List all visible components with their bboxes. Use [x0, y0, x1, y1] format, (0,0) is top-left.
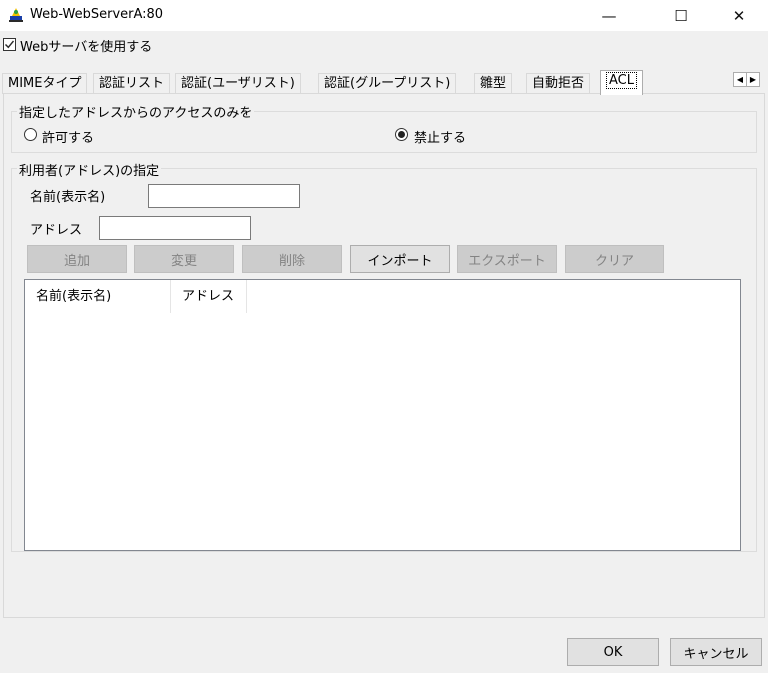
deny-label[interactable]: 禁止する — [414, 127, 466, 146]
tab-acl[interactable]: ACL — [600, 70, 643, 95]
deny-radio[interactable] — [395, 128, 408, 141]
tab-template[interactable]: 雛型 — [474, 73, 513, 94]
window-title: Web-WebServerA:80 — [30, 7, 164, 22]
minimize-button[interactable]: — — [586, 0, 632, 31]
address-label: アドレス — [30, 223, 83, 238]
tab-auth-group-list[interactable]: 認証(グループリスト) — [318, 73, 457, 94]
maximize-icon: ☐ — [674, 6, 688, 25]
export-button[interactable]: エクスポート — [457, 245, 557, 273]
allow-radio[interactable] — [24, 128, 37, 141]
use-web-server-label[interactable]: Webサーバを使用する — [20, 36, 152, 55]
user-address-group-title: 利用者(アドレス)の指定 — [17, 160, 162, 179]
tab-acl-label: ACL — [606, 72, 637, 89]
radio-selected-dot — [398, 131, 405, 138]
checkmark-icon — [5, 40, 15, 49]
tab-auto-reject[interactable]: 自動拒否 — [526, 73, 591, 94]
tab-auth-user-list[interactable]: 認証(ユーザリスト) — [175, 73, 301, 94]
name-label: 名前(表示名) — [30, 190, 106, 205]
ok-button[interactable]: OK — [567, 638, 659, 666]
delete-button[interactable]: 削除 — [242, 245, 342, 273]
cancel-button[interactable]: キャンセル — [670, 638, 762, 666]
close-button[interactable]: ✕ — [716, 0, 762, 31]
access-mode-group-title: 指定したアドレスからのアクセスのみを — [17, 102, 255, 121]
maximize-button[interactable]: ☐ — [658, 0, 704, 31]
allow-label[interactable]: 許可する — [42, 127, 94, 146]
change-button[interactable]: 変更 — [134, 245, 234, 273]
tab-auth-list[interactable]: 認証リスト — [93, 73, 171, 94]
tab-scroll-right-icon[interactable]: ▶ — [747, 73, 759, 86]
import-button[interactable]: インポート — [350, 245, 450, 273]
address-input[interactable] — [99, 216, 251, 240]
add-button[interactable]: 追加 — [27, 245, 127, 273]
clear-button[interactable]: クリア — [565, 245, 664, 273]
tab-scroll-left-icon[interactable]: ◀ — [734, 73, 747, 86]
use-web-server-checkbox[interactable] — [3, 38, 16, 51]
tab-strip: MIMEタイプ 認証リスト 認証(ユーザリスト) 認証(グループリスト) 雛型 … — [0, 70, 768, 95]
close-icon: ✕ — [732, 6, 746, 25]
name-input[interactable] — [148, 184, 300, 208]
minimize-icon: — — [601, 6, 617, 25]
column-header-name[interactable]: 名前(表示名) — [25, 280, 171, 313]
tab-mime-type[interactable]: MIMEタイプ — [2, 73, 88, 94]
app-icon — [8, 6, 24, 23]
column-header-address[interactable]: アドレス — [171, 280, 247, 313]
tab-scroll-buttons: ◀ ▶ — [733, 72, 760, 87]
address-list[interactable]: 名前(表示名) アドレス — [24, 279, 741, 551]
